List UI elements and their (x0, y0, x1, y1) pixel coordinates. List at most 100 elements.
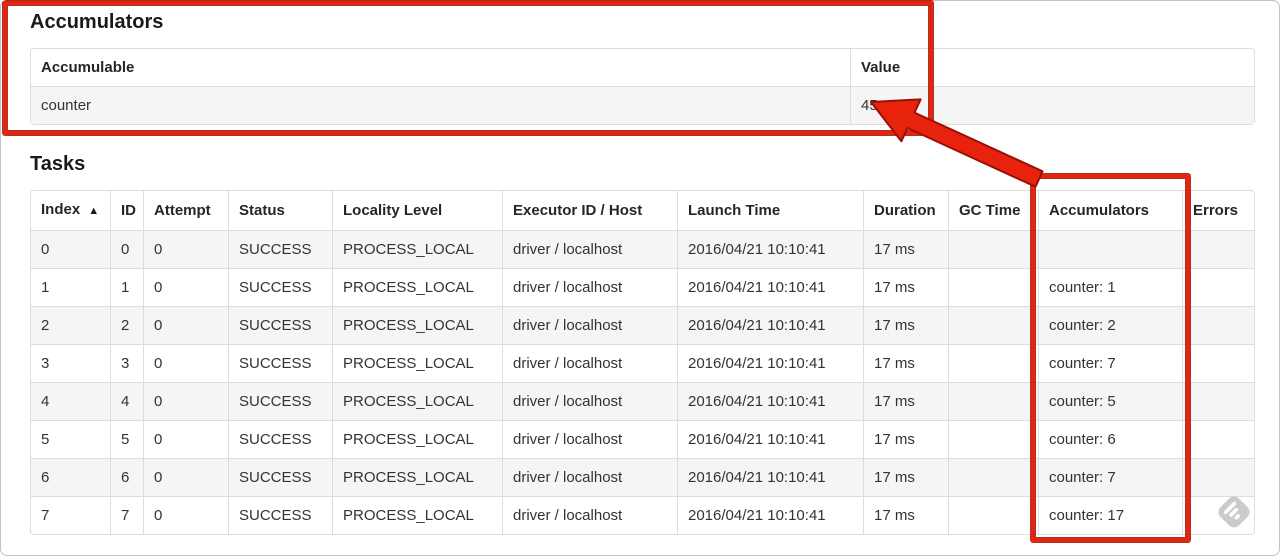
table-header-row: Index ▲ ID Attempt Status Locality Level … (31, 191, 1254, 230)
cell-id: 7 (110, 496, 143, 534)
cell-errors (1182, 344, 1254, 382)
cell-executor-id-host: driver / localhost (502, 496, 677, 534)
cell-launch-time: 2016/04/21 10:10:41 (677, 230, 863, 268)
cell-accumulators: counter: 1 (1038, 268, 1182, 306)
column-header-label: Index (41, 201, 81, 218)
cell-locality-level: PROCESS_LOCAL (332, 306, 502, 344)
cell-launch-time: 2016/04/21 10:10:41 (677, 458, 863, 496)
column-header-duration[interactable]: Duration (863, 191, 948, 230)
column-header-accumulable: Accumulable (41, 59, 135, 76)
cell-index: 4 (31, 382, 110, 420)
cell-id: 3 (110, 344, 143, 382)
cell-executor-id-host: driver / localhost (502, 458, 677, 496)
cell-attempt: 0 (143, 420, 228, 458)
table-row: 0 0 0 SUCCESS PROCESS_LOCAL driver / loc… (31, 230, 1254, 268)
cell-status: SUCCESS (228, 230, 332, 268)
cell-id: 5 (110, 420, 143, 458)
cell-status: SUCCESS (228, 458, 332, 496)
table-header-row: Accumulable Value (31, 49, 1254, 86)
cell-launch-time: 2016/04/21 10:10:41 (677, 344, 863, 382)
column-header-accumulators[interactable]: Accumulators (1038, 191, 1182, 230)
cell-locality-level: PROCESS_LOCAL (332, 344, 502, 382)
cell-id: 6 (110, 458, 143, 496)
table-row: 2 2 0 SUCCESS PROCESS_LOCAL driver / loc… (31, 306, 1254, 344)
cell-executor-id-host: driver / localhost (502, 382, 677, 420)
column-header-attempt[interactable]: Attempt (143, 191, 228, 230)
spark-ui-stage-page: Accumulators Accumulable Value counter 4… (0, 0, 1280, 556)
table-row: 1 1 0 SUCCESS PROCESS_LOCAL driver / loc… (31, 268, 1254, 306)
cell-errors (1182, 306, 1254, 344)
cell-locality-level: PROCESS_LOCAL (332, 458, 502, 496)
cell-accumulators: counter: 17 (1038, 496, 1182, 534)
cell-errors (1182, 420, 1254, 458)
cell-launch-time: 2016/04/21 10:10:41 (677, 268, 863, 306)
column-header-launch-time[interactable]: Launch Time (677, 191, 863, 230)
cell-attempt: 0 (143, 458, 228, 496)
cell-status: SUCCESS (228, 344, 332, 382)
cell-status: SUCCESS (228, 420, 332, 458)
cell-index: 2 (31, 306, 110, 344)
cell-duration: 17 ms (863, 230, 948, 268)
table-row: 5 5 0 SUCCESS PROCESS_LOCAL driver / loc… (31, 420, 1254, 458)
cell-duration: 17 ms (863, 420, 948, 458)
column-header-errors[interactable]: Errors (1182, 191, 1254, 230)
cell-value: 45 (850, 86, 1254, 124)
cell-errors (1182, 458, 1254, 496)
cell-duration: 17 ms (863, 458, 948, 496)
cell-locality-level: PROCESS_LOCAL (332, 382, 502, 420)
cell-executor-id-host: driver / localhost (502, 344, 677, 382)
cell-accumulable: counter (31, 86, 850, 124)
column-header-status[interactable]: Status (228, 191, 332, 230)
cell-attempt: 0 (143, 230, 228, 268)
cell-attempt: 0 (143, 268, 228, 306)
cell-accumulators: counter: 6 (1038, 420, 1182, 458)
cell-id: 4 (110, 382, 143, 420)
column-header-index[interactable]: Index ▲ (31, 191, 110, 230)
cell-accumulators: counter: 7 (1038, 344, 1182, 382)
column-header-id[interactable]: ID (110, 191, 143, 230)
column-header-gc-time[interactable]: GC Time (948, 191, 1038, 230)
cell-attempt: 0 (143, 382, 228, 420)
cell-duration: 17 ms (863, 496, 948, 534)
cell-errors (1182, 268, 1254, 306)
accumulators-table: Accumulable Value counter 45 (30, 48, 1255, 125)
tasks-section-title: Tasks (30, 153, 86, 175)
cell-index: 5 (31, 420, 110, 458)
table-row: 6 6 0 SUCCESS PROCESS_LOCAL driver / loc… (31, 458, 1254, 496)
cell-index: 1 (31, 268, 110, 306)
column-header-value: Value (850, 49, 1254, 86)
table-row: 4 4 0 SUCCESS PROCESS_LOCAL driver / loc… (31, 382, 1254, 420)
cell-gc-time (948, 458, 1038, 496)
column-header-executor-id-host[interactable]: Executor ID / Host (502, 191, 677, 230)
cell-duration: 17 ms (863, 344, 948, 382)
cell-accumulators (1038, 230, 1182, 268)
cell-executor-id-host: driver / localhost (502, 268, 677, 306)
cell-locality-level: PROCESS_LOCAL (332, 496, 502, 534)
cell-index: 6 (31, 458, 110, 496)
table-row: 3 3 0 SUCCESS PROCESS_LOCAL driver / loc… (31, 344, 1254, 382)
page-content: Accumulators Accumulable Value counter 4… (30, 0, 1255, 535)
cell-attempt: 0 (143, 496, 228, 534)
cell-status: SUCCESS (228, 382, 332, 420)
cell-executor-id-host: driver / localhost (502, 230, 677, 268)
cell-index: 0 (31, 230, 110, 268)
cell-id: 1 (110, 268, 143, 306)
cell-index: 7 (31, 496, 110, 534)
cell-executor-id-host: driver / localhost (502, 306, 677, 344)
cell-attempt: 0 (143, 344, 228, 382)
cell-accumulators: counter: 7 (1038, 458, 1182, 496)
cell-launch-time: 2016/04/21 10:10:41 (677, 496, 863, 534)
cell-status: SUCCESS (228, 496, 332, 534)
cell-gc-time (948, 496, 1038, 534)
cell-locality-level: PROCESS_LOCAL (332, 420, 502, 458)
column-header-locality-level[interactable]: Locality Level (332, 191, 502, 230)
cell-id: 0 (110, 230, 143, 268)
cell-gc-time (948, 382, 1038, 420)
table-row: counter 45 (31, 86, 1254, 124)
cell-duration: 17 ms (863, 268, 948, 306)
cell-locality-level: PROCESS_LOCAL (332, 230, 502, 268)
accumulators-section-title: Accumulators (30, 11, 164, 33)
cell-launch-time: 2016/04/21 10:10:41 (677, 306, 863, 344)
cell-accumulators: counter: 5 (1038, 382, 1182, 420)
cell-status: SUCCESS (228, 306, 332, 344)
